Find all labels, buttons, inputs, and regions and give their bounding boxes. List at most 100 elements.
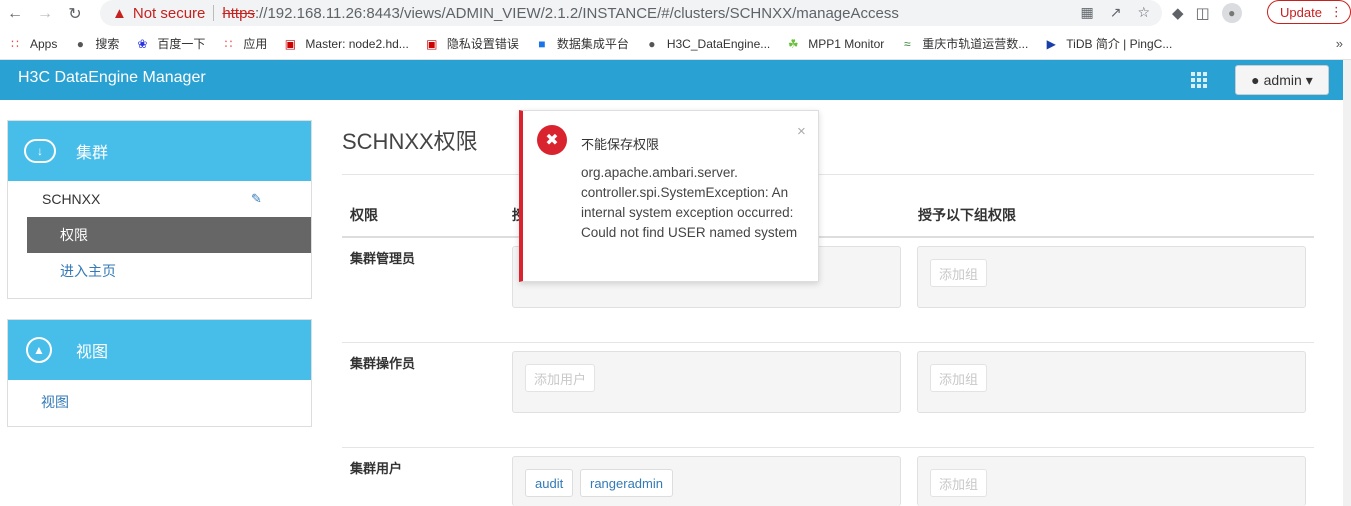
apps-grid-icon: ∷ (11, 36, 19, 51)
sidebar-item-views[interactable]: 视图 (8, 380, 311, 424)
error-x-icon: ✖ (537, 125, 567, 155)
cluster-admin-groups-box[interactable]: 添加组 (917, 246, 1306, 308)
error-message: org.apache.ambari.server. controller.spi… (581, 165, 798, 240)
cluster-operator-users-box[interactable]: 添加用户 (512, 351, 901, 413)
row-divider (342, 447, 1314, 448)
clusters-title: 集群 (76, 145, 109, 162)
bookmarks-overflow-button[interactable]: » (1336, 36, 1343, 51)
more-vert-icon: ⋮ (1329, 4, 1343, 19)
bookmark-item[interactable]: ❀ 百度一下 (135, 35, 205, 52)
bookmark-item[interactable]: ▣ 隐私设置错误 (425, 35, 519, 52)
bookmark-item[interactable]: ■ 数据集成平台 (535, 35, 629, 52)
edit-icon[interactable]: ✎ (251, 191, 262, 207)
tidb-icon: ▶ (1046, 36, 1056, 51)
bookmark-item[interactable]: ∷ 应用 (221, 35, 268, 52)
home-link-label: 进入主页 (60, 263, 116, 279)
clusters-panel-header: ↓ 集群 (8, 121, 311, 181)
cluster-operator-groups-box[interactable]: 添加组 (917, 351, 1306, 413)
app-header: H3C DataEngine Manager ● admin ▾ (0, 60, 1343, 100)
clusters-panel: ↓ 集群 SCHNXX ✎ 权限 进入主页 (7, 120, 312, 299)
cloud-icon: ↓ (24, 139, 56, 163)
extensions-puzzle-icon[interactable]: ◆ (1172, 4, 1184, 22)
bookmark-label: 数据集成平台 (556, 37, 629, 51)
apps-grid-icon: ∷ (224, 36, 233, 51)
bookmark-item[interactable]: ☘ MPP1 Monitor (786, 37, 884, 51)
rail-icon: ≈ (903, 36, 911, 51)
row-divider (342, 342, 1314, 343)
permissions-label: 权限 (60, 227, 88, 243)
add-group-input[interactable]: 添加组 (930, 259, 988, 287)
bookmark-label: 应用 (243, 37, 268, 51)
h3c-icon: ▣ (426, 36, 438, 51)
bookmark-item[interactable]: ≈ 重庆市轨道运营数... (900, 35, 1028, 52)
bookmark-star-icon[interactable]: ☆ (1137, 4, 1150, 21)
share-icon[interactable]: ↗ (1110, 4, 1122, 21)
profile-avatar-icon[interactable]: ● (1221, 3, 1242, 23)
row-label-cluster-operator: 集群操作员 (350, 356, 416, 371)
update-label: Update (1280, 4, 1322, 20)
baidu-icon: ❀ (137, 36, 148, 51)
not-secure-label: Not secure (132, 4, 206, 22)
square-icon: ■ (538, 36, 546, 51)
cluster-user-users-box[interactable]: audit rangeradmin (512, 456, 901, 506)
user-menu-button[interactable]: ● admin ▾ (1235, 65, 1329, 95)
cluster-user-groups-box[interactable]: 添加组 (917, 456, 1306, 506)
page-scrollbar[interactable] (1343, 60, 1351, 506)
row-label-cluster-user: 集群用户 (350, 461, 403, 476)
h3c-icon: ▣ (284, 36, 297, 51)
user-icon: ● (1251, 72, 1260, 88)
globe-icon: ● (76, 36, 84, 51)
image-icon: ▲ (26, 337, 52, 363)
bookmark-label: 隐私设置错误 (446, 37, 519, 51)
bookmark-label: Apps (30, 36, 58, 51)
address-bar[interactable]: ▲ Not secure https://192.168.11.26:8443/… (100, 0, 1162, 26)
user-tag-audit[interactable]: audit (525, 469, 574, 497)
views-panel-header: ▲ 视图 (8, 320, 311, 380)
leaf-icon: ☘ (787, 36, 799, 51)
table-header-divider (342, 236, 1314, 238)
bookmark-label: 搜索 (95, 37, 120, 51)
bookmark-label: H3C_DataEngine... (666, 36, 771, 51)
error-title: 不能保存权限 (581, 137, 660, 152)
column-header-permission: 权限 (350, 207, 378, 223)
row-label-cluster-admin: 集群管理员 (350, 251, 416, 266)
sidebar-item-cluster[interactable]: SCHNXX ✎ (8, 181, 311, 217)
bookmark-item[interactable]: ● H3C_DataEngine... (645, 37, 770, 51)
bookmark-item[interactable]: ● 搜索 (73, 35, 120, 52)
side-panel-icon[interactable]: ◫ (1196, 4, 1210, 22)
title-divider (342, 174, 1314, 175)
close-icon[interactable]: × (797, 123, 806, 140)
bookmark-label: 百度一下 (157, 37, 206, 51)
cluster-name: SCHNXX (42, 191, 101, 207)
views-panel: ▲ 视图 视图 (7, 319, 312, 427)
brand-title[interactable]: H3C DataEngine Manager (18, 69, 206, 87)
add-user-input[interactable]: 添加用户 (525, 364, 596, 392)
omnibox-divider (213, 5, 215, 21)
back-arrow-icon[interactable]: ← (0, 0, 30, 28)
user-name: admin (1263, 72, 1302, 88)
update-button[interactable]: Update ⋮ (1267, 0, 1351, 24)
translate-icon[interactable]: ▦ (1080, 4, 1093, 21)
caret-down-icon: ▾ (1305, 71, 1313, 88)
forward-arrow-icon[interactable]: → (30, 0, 60, 28)
warning-triangle-icon: ▲ (112, 4, 127, 22)
bookmark-label: TiDB 简介 | PingC... (1066, 37, 1173, 51)
sidebar-item-home[interactable]: 进入主页 (8, 253, 311, 289)
page-title: SCHNXX权限 (342, 129, 478, 154)
bookmark-item[interactable]: ∷ Apps (8, 37, 57, 51)
reload-icon[interactable]: ↻ (60, 0, 90, 28)
bookmark-label: 重庆市轨道运营数... (922, 37, 1029, 51)
column-header-groups: 授予以下组权限 (918, 207, 1016, 223)
bookmark-label: MPP1 Monitor (808, 36, 885, 51)
add-group-input[interactable]: 添加组 (930, 364, 988, 392)
error-notification: ✖ 不能保存权限 × org.apache.ambari.server. con… (519, 110, 819, 282)
bookmark-label: Master: node2.hd... (305, 36, 409, 51)
bookmarks-bar: ∷ Apps ● 搜索 ❀ 百度一下 ∷ 应用 ▣ Master: node2.hd... ▣ 隐私设… (0, 28, 1351, 60)
bookmark-item[interactable]: ▣ Master: node2.hd... (283, 36, 409, 51)
views-grid-icon[interactable] (1191, 72, 1209, 88)
bookmark-item[interactable]: ▶ TiDB 简介 | PingC... (1044, 35, 1173, 52)
add-group-input[interactable]: 添加组 (930, 469, 988, 497)
sidebar-item-permissions[interactable]: 权限 (27, 217, 311, 253)
user-tag-rangeradmin[interactable]: rangeradmin (580, 469, 673, 497)
url-protocol: https (222, 4, 255, 22)
